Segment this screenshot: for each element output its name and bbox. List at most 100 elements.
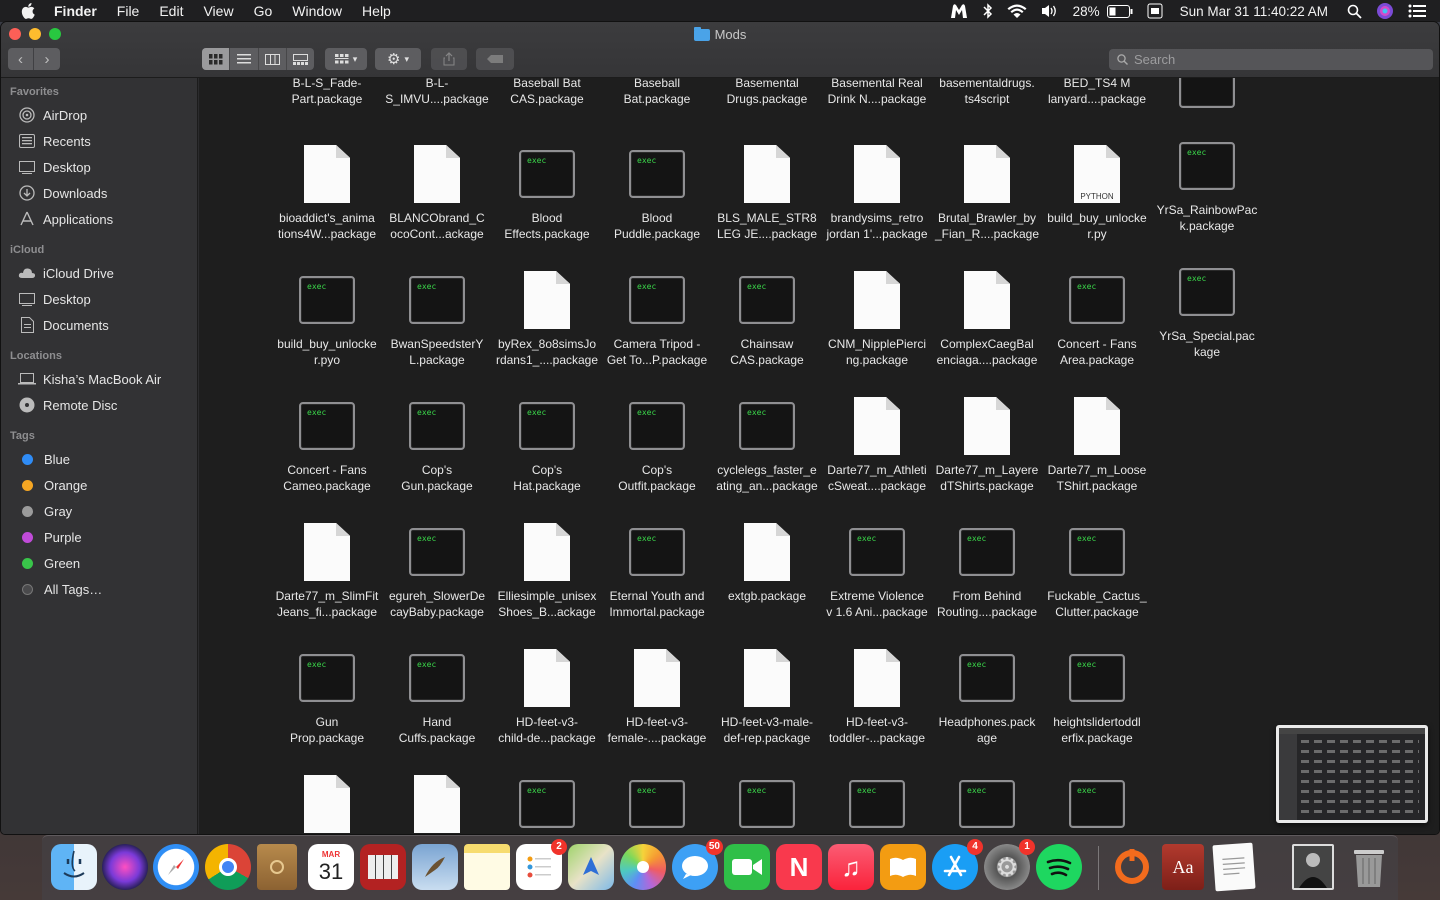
file-item[interactable]: HD-feet-v3- female-....package [602,646,712,746]
sidebar-item-icloud-drive[interactable]: iCloud Drive [18,262,114,284]
file-item[interactable]: exec Chainsaw CAS.package [712,268,822,368]
file-item[interactable]: exec Concert - Fans Area.package [1042,268,1152,368]
file-item[interactable]: exec YrSa_RainbowPac k.package [1152,134,1262,234]
file-item[interactable]: PYTHON build_buy_unlocke r.py [1042,142,1152,242]
menu-go[interactable]: Go [244,0,283,22]
dock-messages[interactable]: 50 [672,839,723,890]
sidebar-item-recents[interactable]: Recents [18,130,91,152]
column-view-button[interactable] [259,48,287,70]
search-field[interactable]: Search [1109,49,1433,70]
back-button[interactable]: ‹ [8,48,34,70]
icon-view-button[interactable] [202,48,231,70]
file-item[interactable]: BED_TS4 M lanyard....package [1042,78,1152,107]
file-item[interactable]: exec Blood Effects.package [492,142,602,242]
file-item[interactable]: exec YrSa_Special.pac kage [1152,260,1262,360]
file-item[interactable]: exec Camera Tripod - Get To...P.package [602,268,712,368]
gallery-view-button[interactable] [287,48,314,70]
file-item[interactable]: bioaddict's_anima tions4W...package [272,142,382,242]
apple-menu-icon[interactable] [18,1,38,21]
file-item[interactable]: Darte77_m_SlimFit Jeans_fi...package [272,520,382,620]
file-item[interactable]: exec heightslidertoddl erfix.package [1042,646,1152,746]
file-item[interactable]: exec Extreme Violence v 1.6 Ani...package [822,520,932,620]
dock-maps[interactable] [568,844,614,890]
dock-image-file[interactable] [1292,844,1334,890]
dock-books[interactable] [880,844,926,890]
file-item[interactable]: exec Cop's Outfit.package [602,394,712,494]
menu-file[interactable]: File [107,0,150,22]
file-item[interactable]: CNM_NipplePierci ng.package [822,268,932,368]
file-item[interactable] [382,772,492,834]
sidebar-tag-blue[interactable]: Blue [18,448,70,470]
dock-music[interactable]: ♫ [828,844,874,890]
dock-system-preferences[interactable]: ⚙ 1 [984,839,1035,890]
file-item[interactable]: B-L- S_IMVU....package [382,78,492,107]
file-item[interactable]: exec [932,772,1042,834]
volume-icon[interactable] [1041,0,1059,22]
file-item[interactable]: ComplexCaegBal enciaga....package [932,268,1042,368]
dock-reminders[interactable]: 2 [516,839,567,890]
file-item[interactable]: exec Blood Puddle.package [602,142,712,242]
menu-finder[interactable]: Finder [52,0,107,22]
file-item[interactable]: Brutal_Brawler_by _Fian_R....package [932,142,1042,242]
siri-icon[interactable] [1376,0,1394,22]
dock-contacts[interactable] [257,844,297,890]
file-item[interactable]: exec Eternal Youth and Immortal.package [602,520,712,620]
file-item[interactable]: Darte77_m_Loose TShirt.package [1042,394,1152,494]
screenshot-thumbnail[interactable] [1276,725,1428,823]
file-item[interactable]: Elliesimple_unisex Shoes_B...ackage [492,520,602,620]
dock-photo-booth[interactable] [360,844,406,890]
bluetooth-icon[interactable] [983,0,993,22]
file-item[interactable]: Darte77_m_Layere dTShirts.package [932,394,1042,494]
file-item[interactable]: exec Cop's Gun.package [382,394,492,494]
file-item[interactable]: exec Headphones.pack age [932,646,1042,746]
file-item[interactable]: exec BwanSpeedsterY L.package [382,268,492,368]
sidebar-item-applications[interactable]: Applications [18,208,113,230]
share-button[interactable] [431,48,467,70]
file-item[interactable]: exec cyclelegs_faster_e ating_an...package [712,394,822,494]
file-item[interactable]: brandysims_retro jordan 1'...package [822,142,932,242]
file-item[interactable]: extgb.package [712,520,822,604]
file-item[interactable]: exec [1152,78,1262,116]
dock-dictionary[interactable]: Aa [1162,844,1204,890]
sidebar-item-airdrop[interactable]: AirDrop [18,104,87,126]
sidebar-item-icloud-desktop[interactable]: Desktop [18,288,91,310]
file-item[interactable]: exec Fuckable_Cactus_ Clutter.package [1042,520,1152,620]
file-item[interactable]: Baseball Bat.package [602,78,712,107]
clock-text[interactable]: Sun Mar 31 11:40:22 AM [1180,0,1328,22]
spotlight-icon[interactable] [1347,0,1362,22]
dock-news[interactable]: N [776,844,822,890]
dock-safari[interactable] [153,844,199,890]
file-item[interactable]: HD-feet-v3-male-def-rep.package [712,646,822,746]
dock-finder[interactable] [51,844,97,890]
sidebar-tag-green[interactable]: Green [18,552,80,574]
list-view-button[interactable] [230,48,259,70]
file-item[interactable]: byRex_8o8simsJo rdans1_....package [492,268,602,368]
sidebar-tag-orange[interactable]: Orange [18,474,87,496]
dock-siri[interactable] [102,844,148,890]
file-item[interactable]: exec [602,772,712,834]
dock-notes[interactable] [464,844,510,890]
dock-calendar[interactable]: MAR 31 [308,844,354,890]
file-item[interactable]: exec [492,772,602,834]
file-item[interactable]: B-L-S_Fade- Part.package [272,78,382,107]
sidebar-item-downloads[interactable]: Downloads [18,182,107,204]
sidebar-item-documents[interactable]: Documents [18,314,109,336]
battery-icon[interactable] [1106,0,1133,22]
file-item[interactable]: exec build_buy_unlocke r.pyo [272,268,382,368]
file-item[interactable]: BLANCObrand_C ocoCont...ackage [382,142,492,242]
sidebar-item-desktop[interactable]: Desktop [18,156,91,178]
menu-help[interactable]: Help [352,0,401,22]
menu-window[interactable]: Window [282,0,352,22]
file-item[interactable]: exec Concert - Fans Cameo.package [272,394,382,494]
file-item[interactable]: exec Gun Prop.package [272,646,382,746]
file-item[interactable]: exec [822,772,932,834]
file-item[interactable]: Basemental Drugs.package [712,78,822,107]
dock-spotify[interactable] [1036,844,1082,890]
menu-view[interactable]: View [193,0,243,22]
file-item[interactable]: Darte77_m_Athleti cSweat....package [822,394,932,494]
group-by-button[interactable]: ▾ [325,48,367,70]
dock-trash[interactable] [1346,844,1392,890]
sidebar-item-remote-disc[interactable]: Remote Disc [18,394,117,416]
file-item[interactable]: HD-feet-v3- toddler-...package [822,646,932,746]
menu-edit[interactable]: Edit [149,0,193,22]
